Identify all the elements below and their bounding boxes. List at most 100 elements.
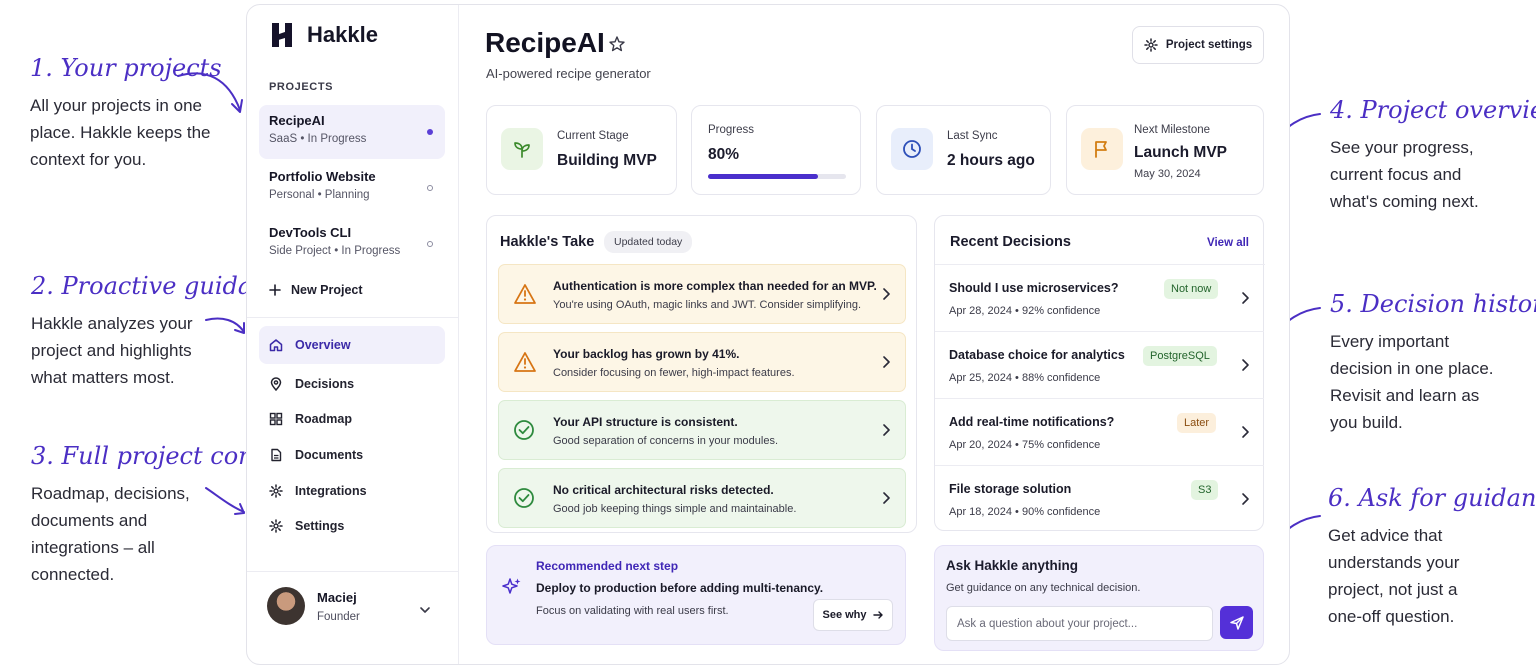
divider: [247, 571, 459, 572]
annotation-body: See your progress, current focus and wha…: [1330, 134, 1536, 215]
gear-icon: [269, 519, 283, 533]
annotation-arrow-icon: [205, 317, 245, 334]
stat-value: Launch MVP: [1134, 144, 1228, 161]
annotation-line: Every important: [1330, 332, 1450, 351]
status-dot-icon: [427, 241, 433, 247]
check-circle-icon: [514, 488, 534, 508]
annotation-line: one-off question.: [1328, 607, 1455, 626]
decision-meta: Apr 18, 2024 • 90% confidence: [949, 506, 1101, 518]
decision-title: Should I use microservices?: [949, 281, 1119, 295]
updated-badge: Updated today: [604, 231, 693, 253]
decision-item[interactable]: Should I use microservices? Apr 28, 2024…: [935, 265, 1264, 332]
annotation-decision-history: 5. Decision history Every important deci…: [1330, 290, 1536, 436]
nav-item-documents[interactable]: Documents: [259, 436, 445, 474]
progress-track: [708, 174, 846, 179]
gear-icon: [269, 484, 283, 498]
project-meta: Side Project • In Progress: [269, 245, 401, 257]
chevron-right-icon: [883, 288, 890, 300]
chevron-down-icon[interactable]: [419, 605, 431, 615]
project-name: RecipeAI: [269, 113, 325, 128]
annotation-title: 6. Ask for guidance: [1328, 484, 1536, 512]
new-project-label: New Project: [291, 283, 363, 297]
chevron-right-icon: [883, 424, 890, 436]
take-title: Your backlog has grown by 41%.: [553, 347, 740, 361]
star-icon[interactable]: [608, 35, 626, 53]
project-item-portfolio-website[interactable]: Portfolio Website Personal • Planning: [259, 161, 445, 215]
project-item-recipeai[interactable]: RecipeAI SaaS • In Progress: [259, 105, 445, 159]
take-item[interactable]: Your API structure is consistent. Good s…: [498, 400, 906, 460]
user-menu[interactable]: Maciej Founder: [267, 587, 360, 625]
take-body: Consider focusing on fewer, high-impact …: [553, 367, 795, 379]
ask-hakkle-panel: Ask Hakkle anything Get guidance on any …: [934, 545, 1264, 651]
clock-icon: [891, 128, 933, 170]
avatar: [267, 587, 305, 625]
annotation-line: you build.: [1330, 413, 1403, 432]
nav-item-roadmap[interactable]: Roadmap: [259, 400, 445, 438]
page-title: RecipeAI: [485, 27, 605, 58]
stat-label: Next Milestone: [1134, 124, 1211, 136]
project-meta: SaaS • In Progress: [269, 133, 367, 145]
take-body: Good job keeping things simple and maint…: [553, 503, 797, 515]
nav-item-settings[interactable]: Settings: [259, 507, 445, 545]
see-why-button[interactable]: See why: [813, 599, 893, 631]
recommended-label: Recommended next step: [536, 559, 679, 573]
stat-value: 80%: [708, 146, 740, 163]
annotation-project-overview: 4. Project overview See your progress, c…: [1330, 96, 1536, 215]
ask-input[interactable]: [946, 606, 1213, 641]
take-item[interactable]: Your backlog has grown by 41%. Consider …: [498, 332, 906, 392]
take-item[interactable]: Authentication is more complex than need…: [498, 264, 906, 324]
decision-item[interactable]: File storage solution Apr 18, 2024 • 90%…: [935, 466, 1264, 533]
annotation-line: Revisit and learn as: [1330, 386, 1480, 405]
decision-meta: Apr 28, 2024 • 92% confidence: [949, 305, 1101, 317]
ask-subtitle: Get guidance on any technical decision.: [946, 582, 1141, 594]
home-icon: [269, 339, 283, 352]
flag-icon: [1081, 128, 1123, 170]
new-project-button[interactable]: New Project: [269, 283, 363, 297]
panel-title: Hakkle's Take: [500, 234, 595, 250]
progress-fill: [708, 174, 819, 179]
document-icon: [271, 448, 282, 462]
chevron-right-icon: [883, 492, 890, 504]
decision-item[interactable]: Add real-time notifications? Apr 20, 202…: [935, 399, 1264, 466]
annotation-line: Get advice that: [1328, 526, 1443, 545]
annotation-line: understands your: [1328, 553, 1460, 572]
annotation-line: decision in one place.: [1330, 359, 1494, 378]
decision-badge: PostgreSQL: [1143, 346, 1217, 366]
chevron-right-icon: [1242, 292, 1249, 304]
annotation-body: Every important decision in one place. R…: [1330, 328, 1536, 436]
nav-item-overview[interactable]: Overview: [259, 326, 445, 364]
project-name: Portfolio Website: [269, 169, 376, 184]
stat-label: Current Stage: [557, 130, 629, 142]
recommended-body: Focus on validating with real users firs…: [536, 605, 729, 617]
annotation-ask-for-guidance: 6. Ask for guidance Get advice that unde…: [1328, 484, 1536, 630]
nav-label: Decisions: [295, 377, 355, 391]
annotation-line: See your progress,: [1330, 138, 1474, 157]
view-all-link[interactable]: View all: [1207, 237, 1249, 249]
stat-value: 2 hours ago: [947, 152, 1035, 169]
decision-badge: Not now: [1164, 279, 1219, 299]
project-meta: Personal • Planning: [269, 189, 370, 201]
warning-icon: [514, 352, 536, 372]
milestone-date: May 30, 2024: [1134, 168, 1201, 180]
take-title: Authentication is more complex than need…: [553, 279, 877, 293]
nav-item-integrations[interactable]: Integrations: [259, 472, 445, 510]
send-button[interactable]: [1220, 606, 1253, 639]
nav-label: Integrations: [295, 484, 367, 498]
stat-label: Progress: [708, 124, 755, 136]
decision-item[interactable]: Database choice for analytics Apr 25, 20…: [935, 332, 1264, 399]
stat-card-next-milestone: Next Milestone Launch MVP May 30, 2024: [1066, 105, 1264, 195]
project-settings-button[interactable]: Project settings: [1132, 26, 1264, 64]
brand-name: Hakkle: [307, 22, 378, 47]
project-item-devtools-cli[interactable]: DevTools CLI Side Project • In Progress: [259, 217, 445, 271]
annotation-line: place. Hakkle keeps the: [30, 123, 211, 142]
recommended-title: Deploy to production before adding multi…: [536, 581, 824, 595]
brand[interactable]: Hakkle: [269, 21, 378, 49]
panel-title: Recent Decisions: [950, 234, 1071, 250]
take-body: Good separation of concerns in your modu…: [553, 435, 779, 447]
take-item[interactable]: No critical architectural risks detected…: [498, 468, 906, 528]
sidebar: Hakkle PROJECTS RecipeAI SaaS • In Progr…: [247, 5, 459, 664]
nav-item-decisions[interactable]: Decisions: [259, 365, 445, 403]
decision-badge: Later: [1177, 413, 1217, 433]
nav-label: Settings: [295, 519, 345, 533]
annotation-title: 4. Project overview: [1330, 96, 1536, 124]
